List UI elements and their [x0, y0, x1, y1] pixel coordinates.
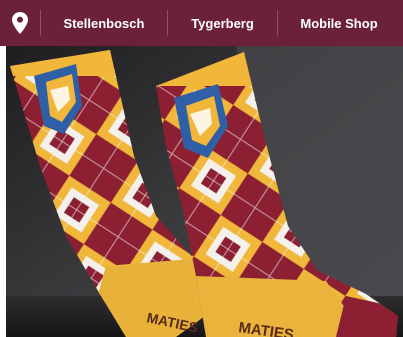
- nav-link-mobile-shop[interactable]: Mobile Shop: [278, 0, 394, 46]
- top-navigation-bar: Stellenbosch Tygerberg Mobile Shop: [0, 0, 403, 46]
- map-pin-icon: [12, 12, 28, 34]
- product-photo-argyle-socks: MATIES MATIES: [6, 46, 403, 337]
- nav-link-stellenbosch[interactable]: Stellenbosch: [41, 0, 167, 46]
- location-button[interactable]: [0, 0, 40, 46]
- nav-link-tygerberg[interactable]: Tygerberg: [168, 0, 277, 46]
